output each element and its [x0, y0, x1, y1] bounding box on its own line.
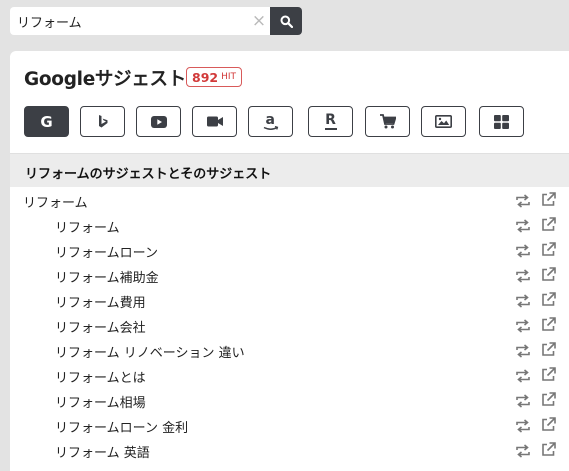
repeat-icon[interactable] [515, 318, 531, 333]
clear-icon[interactable]: × [251, 12, 267, 30]
external-link-icon[interactable] [541, 217, 556, 232]
repeat-icon[interactable] [515, 343, 531, 358]
repeat-icon[interactable] [515, 443, 531, 458]
page-title: Googleサジェスト [24, 69, 186, 90]
repeat-icon[interactable] [515, 293, 531, 308]
suggestion-row[interactable]: リフォーム補助金 [10, 263, 569, 288]
engine-youtube-button[interactable] [136, 106, 181, 137]
suggestion-label: リフォーム会社 [55, 321, 146, 336]
engine-apps-button[interactable] [479, 106, 524, 137]
repeat-icon[interactable] [515, 218, 531, 233]
suggest-panel: Googleサジェスト 892 HIT G a R リフォームのサジェストとその… [10, 51, 569, 471]
external-link-icon[interactable] [541, 292, 556, 307]
external-link-icon[interactable] [541, 192, 556, 207]
suggestion-label: リフォームとは [55, 371, 146, 386]
video-camera-icon [206, 116, 223, 127]
engine-image-button[interactable] [421, 106, 466, 137]
image-icon [435, 115, 452, 128]
engine-google-button[interactable]: G [24, 106, 69, 137]
cart-icon [379, 114, 396, 129]
suggestion-row[interactable]: リフォームローン 金利 [10, 413, 569, 438]
external-link-icon[interactable] [541, 442, 556, 457]
external-link-icon[interactable] [541, 317, 556, 332]
search-icon [280, 15, 293, 28]
suggestion-parent-row[interactable]: リフォーム [10, 188, 569, 213]
grid-icon [494, 114, 509, 129]
suggestion-label: リフォームローン 金利 [55, 421, 189, 436]
suggestion-label: リフォーム相場 [55, 396, 146, 411]
repeat-icon[interactable] [515, 268, 531, 283]
section-header: リフォームのサジェストとそのサジェスト [10, 153, 569, 187]
external-link-icon[interactable] [541, 367, 556, 382]
repeat-icon[interactable] [515, 418, 531, 433]
hit-unit: HIT [221, 72, 237, 82]
amazon-icon: a [263, 112, 279, 131]
rakuten-icon: R [324, 112, 337, 130]
suggestion-label: リフォーム費用 [55, 296, 146, 311]
repeat-icon[interactable] [515, 368, 531, 383]
search-input[interactable] [10, 7, 246, 35]
google-icon: G [40, 112, 53, 131]
rakuten-underline [324, 128, 337, 130]
search-button[interactable] [270, 7, 302, 35]
suggestion-row[interactable]: リフォーム会社 [10, 313, 569, 338]
repeat-icon[interactable] [515, 193, 531, 208]
bing-icon [98, 115, 107, 128]
external-link-icon[interactable] [541, 392, 556, 407]
engine-amazon-button[interactable]: a [248, 106, 293, 137]
repeat-icon[interactable] [515, 243, 531, 258]
suggestion-row[interactable]: リフォーム [10, 213, 569, 238]
search-box: × [10, 7, 270, 35]
external-link-icon[interactable] [541, 342, 556, 357]
suggestion-row[interactable]: リフォーム相場 [10, 388, 569, 413]
hit-count: 892 [192, 69, 219, 85]
section-title: リフォームのサジェストとそのサジェスト [25, 167, 272, 182]
suggestion-label: リフォーム補助金 [55, 271, 159, 286]
engine-video-button[interactable] [192, 106, 237, 137]
external-link-icon[interactable] [541, 267, 556, 282]
suggestion-row[interactable]: リフォーム リノベーション 違い [10, 338, 569, 363]
engine-shopping-button[interactable] [365, 106, 410, 137]
youtube-icon [150, 115, 167, 128]
suggestion-label: リフォーム [55, 221, 120, 236]
hit-count-badge: 892 HIT [186, 67, 243, 87]
repeat-icon[interactable] [515, 393, 531, 408]
suggestion-label: リフォーム [23, 196, 88, 211]
suggestion-row[interactable]: リフォーム費用 [10, 288, 569, 313]
suggestion-label: リフォーム 英語 [55, 446, 150, 461]
suggestion-row[interactable]: リフォーム 英語 [10, 438, 569, 463]
engine-bing-button[interactable] [80, 106, 125, 137]
suggestion-label: リフォーム リノベーション 違い [55, 346, 245, 361]
suggestion-label: リフォームローン [55, 246, 158, 261]
amazon-smile-icon [263, 125, 278, 130]
suggestion-row[interactable]: リフォームローン [10, 238, 569, 263]
suggestion-row[interactable]: リフォームとは [10, 363, 569, 388]
external-link-icon[interactable] [541, 417, 556, 432]
engine-rakuten-button[interactable]: R [308, 106, 353, 137]
external-link-icon[interactable] [541, 242, 556, 257]
